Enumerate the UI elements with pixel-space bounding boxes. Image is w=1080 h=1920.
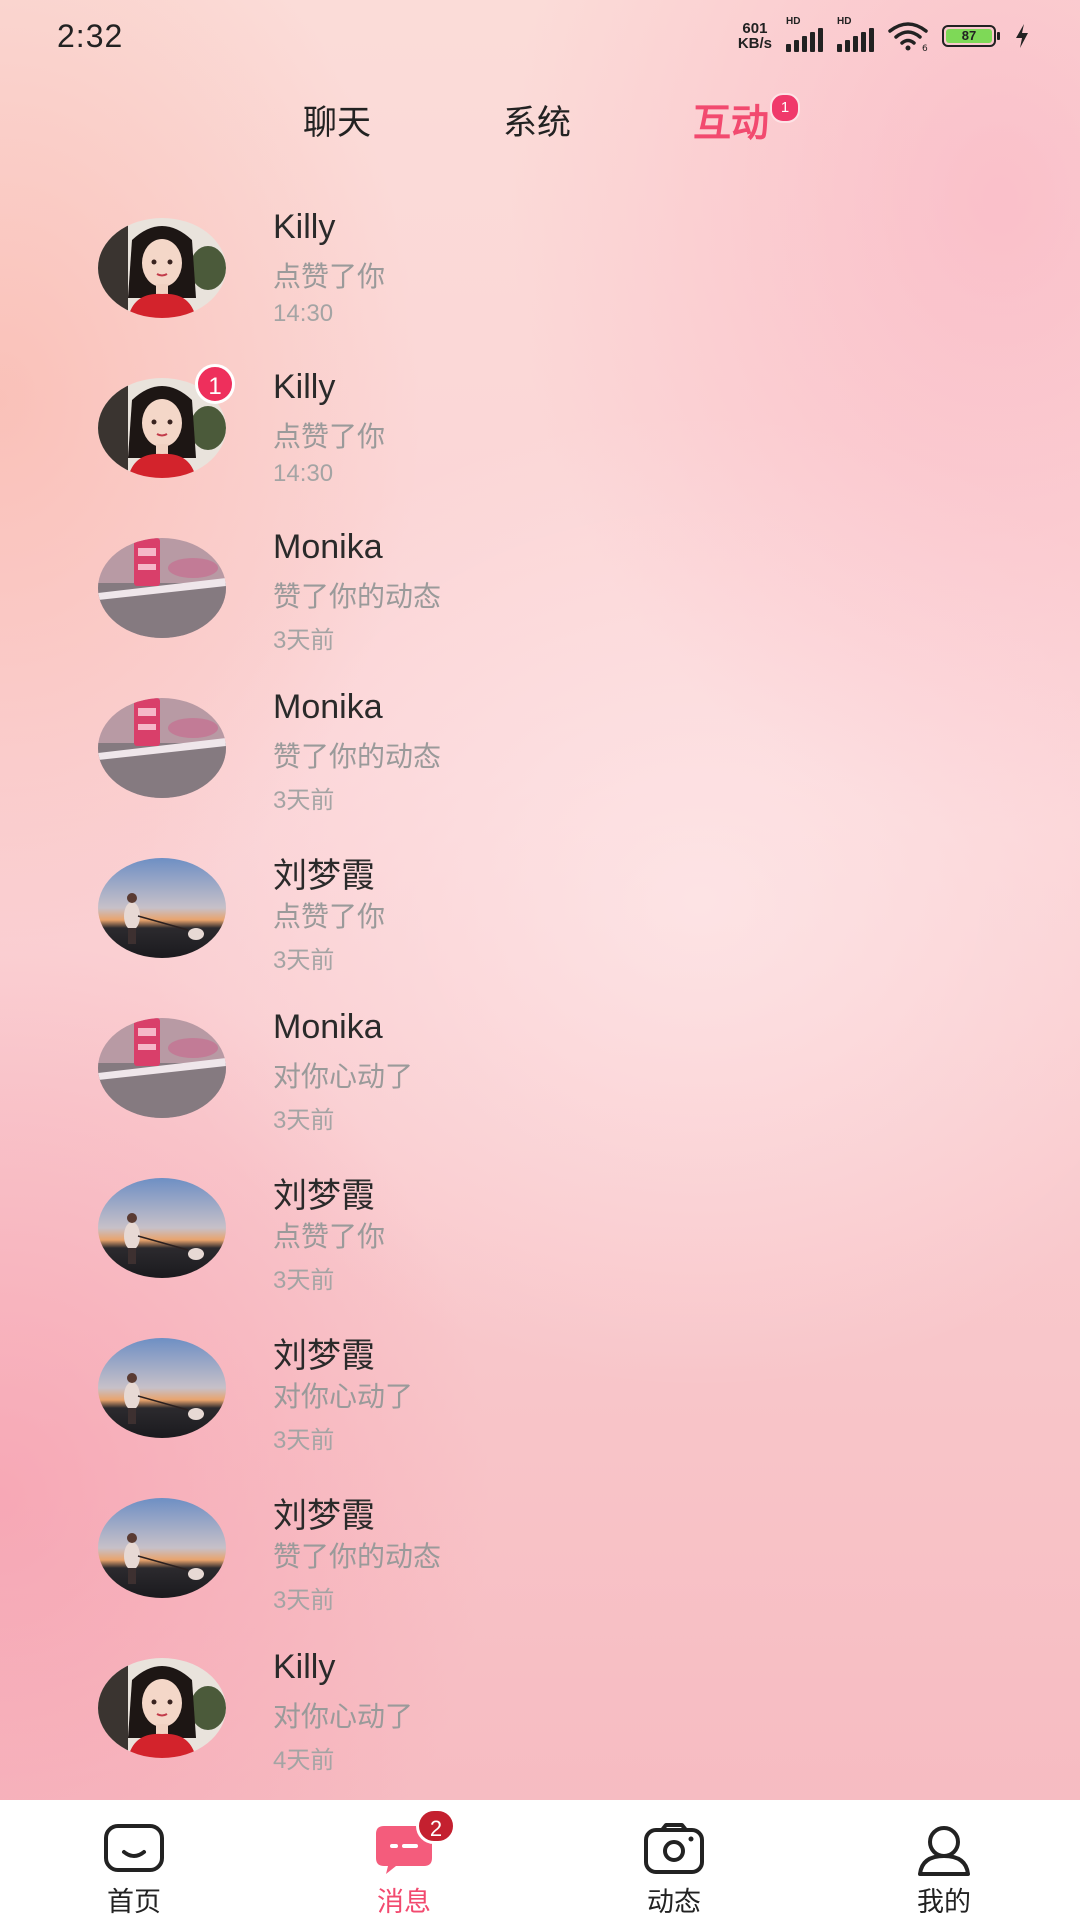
avatar[interactable] — [98, 1178, 226, 1278]
interaction-list: Killy 点赞了你 14:30 1 Killy 点赞了你 14:30 Moni… — [0, 200, 1080, 1800]
camera-icon — [644, 1823, 704, 1874]
avatar[interactable] — [98, 1338, 226, 1438]
interaction-text: 点赞了你 — [273, 1221, 386, 1252]
timestamp: 3天前 — [273, 1587, 335, 1614]
user-name: 刘梦霞 — [273, 1497, 375, 1535]
nav-messages[interactable]: 2 消息 — [344, 1808, 464, 1919]
list-item[interactable]: Killy 点赞了你 14:30 — [0, 200, 1080, 360]
tab-chat[interactable]: 聊天 — [303, 95, 371, 144]
interaction-text: 赞了你的动态 — [273, 581, 442, 612]
list-item[interactable]: 刘梦霞 对你心动了 3天前 — [0, 1320, 1080, 1480]
interaction-text: 点赞了你 — [273, 421, 386, 452]
list-item[interactable]: 刘梦霞 赞了你的动态 3天前 — [0, 1480, 1080, 1640]
timestamp: 3天前 — [273, 787, 335, 814]
nav-moments-label: 动态 — [647, 1887, 701, 1917]
unread-badge: 1 — [195, 364, 235, 404]
timestamp: 3天前 — [273, 1427, 335, 1454]
timestamp: 14:30 — [273, 460, 334, 487]
signal-icon: HD — [837, 16, 874, 52]
tab-system[interactable]: 系统 — [503, 95, 571, 144]
clock: 2:32 — [57, 18, 124, 54]
bottom-nav: 首页 2 消息 动态 我的 — [0, 1800, 1080, 1920]
network-speed: 601 KB/s — [737, 20, 772, 52]
interaction-text: 点赞了你 — [273, 901, 386, 932]
signal-icon: HD — [786, 16, 823, 52]
avatar[interactable] — [98, 218, 226, 318]
user-name: Monika — [273, 688, 383, 726]
interaction-text: 对你心动了 — [273, 1061, 414, 1092]
avatar[interactable] — [98, 1498, 226, 1598]
status-icons: 601 KB/s HD HD 6 87 — [737, 16, 1030, 52]
battery-icon: 87 — [942, 25, 1000, 47]
interaction-text: 对你心动了 — [273, 1381, 414, 1412]
avatar[interactable] — [98, 538, 226, 638]
timestamp: 3天前 — [273, 1267, 335, 1294]
user-name: Monika — [273, 528, 383, 566]
interaction-text: 点赞了你 — [273, 261, 386, 292]
timestamp: 3天前 — [273, 627, 335, 654]
nav-profile[interactable]: 我的 — [884, 1822, 1004, 1919]
status-bar: 2:32 601 KB/s HD HD 6 87 — [0, 0, 1080, 80]
timestamp: 3天前 — [273, 1107, 335, 1134]
svg-text:6: 6 — [922, 44, 928, 51]
home-icon — [104, 1824, 164, 1872]
timestamp: 3天前 — [273, 947, 335, 974]
charging-icon — [1016, 24, 1028, 48]
user-name: 刘梦霞 — [273, 857, 375, 895]
list-item[interactable]: 刘梦霞 点赞了你 3天前 — [0, 1160, 1080, 1320]
profile-icon — [918, 1826, 970, 1876]
user-name: 刘梦霞 — [273, 1337, 375, 1375]
avatar[interactable] — [98, 1658, 226, 1758]
nav-home[interactable]: 首页 — [74, 1822, 194, 1919]
tab-interaction-badge: 1 — [770, 93, 800, 123]
wifi-icon: 6 — [888, 22, 928, 51]
user-name: Monika — [273, 1008, 383, 1046]
list-item[interactable]: Monika 赞了你的动态 3天前 — [0, 680, 1080, 840]
list-item[interactable]: Monika 赞了你的动态 3天前 — [0, 520, 1080, 680]
user-name: Killy — [273, 1648, 336, 1686]
nav-profile-label: 我的 — [917, 1887, 971, 1917]
user-name: Killy — [273, 208, 336, 246]
message-tabs: 聊天 系统 互动 1 — [0, 92, 1080, 155]
avatar[interactable] — [98, 858, 226, 958]
list-item[interactable]: 刘梦霞 点赞了你 3天前 — [0, 840, 1080, 1000]
avatar[interactable] — [98, 1018, 226, 1118]
list-item[interactable]: Monika 对你心动了 3天前 — [0, 1000, 1080, 1160]
nav-messages-badge: 2 — [416, 1808, 456, 1844]
list-item[interactable]: Killy 对你心动了 4天前 — [0, 1640, 1080, 1800]
timestamp: 4天前 — [273, 1747, 335, 1774]
tab-interaction[interactable]: 互动 — [693, 92, 769, 147]
interaction-text: 赞了你的动态 — [273, 741, 442, 772]
timestamp: 14:30 — [273, 300, 334, 327]
nav-messages-label: 消息 — [377, 1887, 431, 1917]
list-item[interactable]: 1 Killy 点赞了你 14:30 — [0, 360, 1080, 520]
interaction-text: 对你心动了 — [273, 1701, 414, 1732]
nav-moments[interactable]: 动态 — [614, 1822, 734, 1919]
avatar[interactable] — [98, 698, 226, 798]
user-name: 刘梦霞 — [273, 1177, 375, 1215]
interaction-text: 赞了你的动态 — [273, 1541, 442, 1572]
nav-home-label: 首页 — [107, 1887, 161, 1917]
user-name: Killy — [273, 368, 336, 406]
